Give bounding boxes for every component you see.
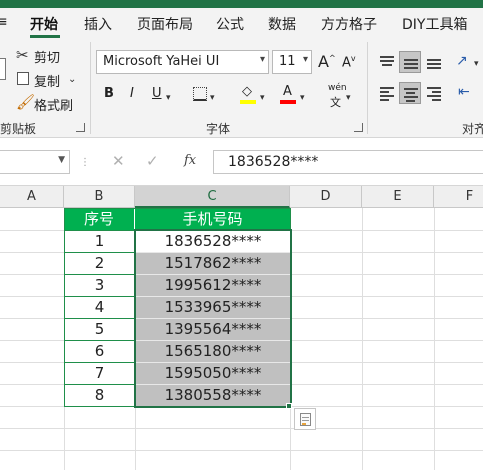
shrink-font-label: A	[342, 55, 351, 71]
tab-home[interactable]: 开始	[30, 14, 58, 34]
chevron-down-icon: ▾	[259, 54, 265, 65]
phonetic-guide-button[interactable]: wén	[328, 83, 347, 93]
font-launcher-icon[interactable]	[354, 123, 363, 132]
grow-font-button[interactable]: A^	[318, 52, 336, 71]
column-header-label: C	[207, 189, 217, 204]
tab-diy-toolbox[interactable]: DIY工具箱	[402, 14, 467, 34]
column-header-label: E	[393, 189, 402, 204]
underline-button[interactable]: U	[152, 86, 162, 101]
tab-formulas[interactable]: 公式	[216, 14, 244, 34]
column-header-d[interactable]: D	[290, 186, 362, 208]
column-header-label: B	[94, 189, 104, 204]
chevron-down-icon[interactable]: ▾	[260, 90, 265, 106]
font-size-value: 11	[279, 54, 296, 69]
fill-handle[interactable]	[286, 403, 292, 409]
clipboard-launcher-icon[interactable]	[76, 123, 85, 132]
chevron-down-icon[interactable]: ▾	[300, 90, 305, 106]
tab-partial[interactable]: ≡	[0, 14, 8, 30]
copy-icon[interactable]	[17, 72, 29, 85]
bold-button[interactable]: B	[104, 86, 114, 101]
font-color-icon[interactable]: A	[280, 84, 296, 104]
row-line	[0, 428, 483, 429]
tab-page-layout[interactable]: 页面布局	[137, 14, 193, 34]
clipboard-group-label: 剪贴板	[0, 122, 37, 136]
scissors-icon[interactable]: ✂	[16, 47, 29, 63]
confirm-icon[interactable]: ✓	[146, 153, 159, 169]
chevron-down-icon[interactable]: ⌄	[68, 72, 76, 88]
phonetic-label: wén	[328, 83, 347, 93]
chevron-down-icon[interactable]: ▾	[474, 56, 479, 72]
grow-font-label: A	[318, 52, 329, 71]
tab-fangfang[interactable]: 方方格子	[321, 14, 377, 34]
chevron-down-icon: ▾	[302, 54, 308, 65]
align-left-button[interactable]	[376, 82, 398, 104]
insert-function-icon[interactable]: fx	[184, 153, 196, 169]
align-center-button[interactable]	[399, 82, 421, 104]
formula-actions: ✕ ✓ fx	[100, 150, 210, 174]
alignment-group-label: 对齐	[462, 122, 483, 136]
format-painter-icon[interactable]: 🖌	[16, 94, 35, 110]
font-group-label: 字体	[206, 122, 231, 136]
cancel-icon[interactable]: ✕	[112, 153, 125, 169]
ribbon-tab-bar: ≡ 开始 插入 页面布局 公式 数据 方方格子 DIY工具箱	[0, 8, 483, 38]
align-right-button[interactable]	[423, 82, 445, 104]
paste-icon[interactable]	[0, 58, 6, 80]
orientation-icon[interactable]: ↗	[456, 53, 468, 69]
formula-input[interactable]: 1836528****	[213, 150, 483, 174]
column-header-f[interactable]: F	[434, 186, 483, 208]
chevron-down-icon[interactable]: ▾	[346, 90, 351, 106]
name-box[interactable]: ▼	[0, 150, 70, 174]
selection-border	[134, 229, 292, 408]
tab-insert[interactable]: 插入	[84, 14, 112, 34]
column-header-e[interactable]: E	[362, 186, 434, 208]
copy-button[interactable]: 复制	[34, 71, 60, 90]
font-name-select[interactable]: Microsoft YaHei UI ▾	[96, 50, 269, 74]
chevron-down-icon[interactable]: ▾	[166, 90, 171, 106]
title-bar	[0, 0, 483, 8]
italic-button[interactable]: I	[130, 86, 134, 101]
ribbon: ✂ 剪切 复制 ⌄ 🖌 格式刷 剪贴板 Microsoft YaHei UI ▾…	[0, 38, 483, 138]
column-header-label: D	[320, 189, 331, 204]
chevron-down-icon[interactable]: ▼	[58, 155, 65, 165]
font-name-value: Microsoft YaHei UI	[103, 54, 220, 69]
quick-analysis-button[interactable]	[294, 408, 316, 430]
column-headers: A B C D E F	[0, 186, 483, 208]
formula-bar-grip-icon[interactable]: ⋮	[80, 157, 90, 168]
phonetic-glyph: 文	[330, 96, 341, 109]
align-top-button[interactable]	[376, 51, 398, 73]
column-header-label: F	[465, 189, 474, 204]
align-bottom-button[interactable]	[423, 51, 445, 73]
chevron-down-icon[interactable]: ▾	[210, 90, 215, 106]
column-line	[434, 208, 435, 470]
column-header-a[interactable]: A	[0, 186, 64, 208]
group-separator	[367, 42, 368, 134]
tab-data[interactable]: 数据	[268, 14, 296, 34]
row-line	[0, 450, 483, 451]
fill-color-icon[interactable]: ◇	[240, 84, 256, 104]
column-line	[362, 208, 363, 470]
group-separator	[90, 42, 91, 134]
font-size-select[interactable]: 11 ▾	[272, 50, 312, 74]
decrease-indent-icon[interactable]: ⇤	[458, 84, 470, 100]
format-painter-button[interactable]: 格式刷	[34, 95, 73, 114]
cut-button[interactable]: 剪切	[34, 47, 60, 66]
border-icon[interactable]	[193, 87, 207, 101]
column-header-b[interactable]: B	[64, 186, 135, 208]
worksheet-grid[interactable]: A B C D E F 序号 手机号码 1 1836528**** 2 1517…	[0, 186, 483, 470]
quick-analysis-icon	[300, 413, 311, 426]
formula-bar: ▼ ⋮ ✕ ✓ fx 1836528****	[0, 138, 483, 186]
align-middle-button[interactable]	[399, 51, 421, 73]
column-header-label: A	[27, 189, 36, 204]
column-header-c[interactable]: C	[135, 186, 290, 208]
shrink-font-button[interactable]: Av	[342, 54, 356, 70]
